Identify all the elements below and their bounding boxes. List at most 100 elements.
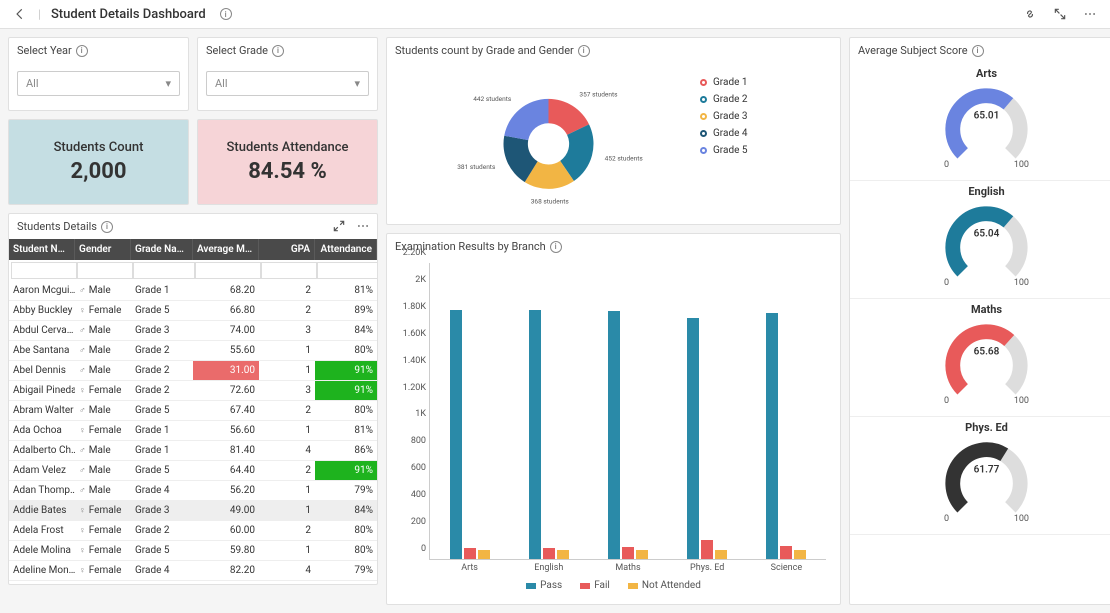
bar[interactable] — [557, 550, 569, 559]
info-icon[interactable]: i — [578, 45, 590, 57]
bar[interactable] — [543, 548, 555, 559]
gauge-chart[interactable]: 65.04 — [850, 200, 1110, 278]
table-body[interactable]: Aaron Mcgui…♂MaleGrade 168.20281%Abby Bu… — [9, 281, 377, 581]
donut-legend: Grade 1 Grade 2 Grade 3 Grade 4 Grade 5 — [700, 67, 830, 220]
table-row[interactable]: Ada Ochoa♀FemaleGrade 156.60181% — [9, 421, 377, 441]
gender-icon: ♀ — [79, 505, 86, 516]
cell-avg: 56.60 — [193, 421, 259, 440]
legend-item[interactable]: Grade 4 — [700, 128, 830, 139]
filter-input[interactable] — [195, 262, 261, 279]
gauge-value: 65.04 — [974, 229, 1000, 240]
th-gender[interactable]: Gender — [75, 239, 131, 260]
table-row[interactable]: Abdul Cerva…♂MaleGrade 374.00384% — [9, 321, 377, 341]
info-icon[interactable]: i — [76, 45, 88, 57]
legend-item[interactable]: Grade 5 — [700, 145, 830, 156]
legend-item[interactable]: Grade 1 — [700, 77, 830, 88]
table-row[interactable]: Abe Santana♂MaleGrade 255.60180% — [9, 341, 377, 361]
legend-swatch — [580, 583, 590, 589]
legend-swatch — [700, 79, 707, 86]
th-grade[interactable]: Grade Name — [131, 239, 193, 260]
table-row[interactable]: Adalberto Ch…♂MaleGrade 181.40486% — [9, 441, 377, 461]
svg-text:381 students: 381 students — [457, 163, 496, 171]
more-icon[interactable] — [355, 218, 371, 234]
back-arrow-icon[interactable] — [12, 6, 28, 22]
table-row[interactable]: Abram Walter♂MaleGrade 567.40280% — [9, 401, 377, 421]
bar[interactable] — [464, 548, 476, 559]
bar[interactable] — [715, 550, 727, 559]
legend-swatch — [526, 583, 536, 589]
bar[interactable] — [636, 550, 648, 559]
gauge-chart[interactable]: 65.01 — [850, 82, 1110, 160]
legend-item[interactable]: Grade 2 — [700, 94, 830, 105]
bar-chart[interactable]: 02004006008001K1.20K1.40K1.60K1.80K2K2.2… — [429, 263, 826, 560]
cell-avg: 68.20 — [193, 281, 259, 300]
bar[interactable] — [687, 318, 699, 559]
bar[interactable] — [450, 310, 462, 559]
table-row[interactable]: Abigail Pineda♀FemaleGrade 272.60391% — [9, 381, 377, 401]
bar[interactable] — [478, 550, 490, 559]
more-icon[interactable] — [1082, 6, 1098, 22]
legend-label: Grade 3 — [713, 111, 748, 122]
expand-icon[interactable] — [331, 218, 347, 234]
cell-name: Abel Dennis — [9, 361, 75, 380]
bar[interactable] — [780, 546, 792, 559]
link-icon[interactable] — [1022, 6, 1038, 22]
fullscreen-icon[interactable] — [1052, 6, 1068, 22]
bar[interactable] — [608, 311, 620, 559]
cell-grade: Grade 1 — [131, 441, 193, 460]
th-att[interactable]: Attendance — [315, 239, 377, 260]
cell-gpa: 3 — [259, 381, 315, 400]
th-name[interactable]: Student Na… — [9, 239, 75, 260]
gauge-min: 0 — [944, 514, 949, 524]
legend-na: Not Attended — [642, 580, 701, 591]
filter-input[interactable] — [133, 262, 195, 279]
info-icon[interactable]: i — [101, 221, 113, 233]
legend-swatch — [700, 113, 707, 120]
year-dropdown[interactable]: All▾ — [17, 71, 180, 96]
bar-group — [677, 263, 737, 559]
filter-input[interactable] — [11, 262, 77, 279]
table-row[interactable]: Adele Molina♀FemaleGrade 559.80180% — [9, 541, 377, 561]
table-row[interactable]: Adam Velez♂MaleGrade 564.40291% — [9, 461, 377, 481]
filter-input[interactable] — [317, 262, 378, 279]
bar[interactable] — [766, 313, 778, 559]
info-icon[interactable]: i — [272, 45, 284, 57]
table-row[interactable]: Adeline Mon…♀FemaleGrade 482.20479% — [9, 561, 377, 581]
filter-input[interactable] — [77, 262, 133, 279]
gauge-min: 0 — [944, 160, 949, 170]
filter-year: Select Yeari All▾ — [8, 37, 189, 111]
info-icon[interactable]: i — [220, 8, 232, 20]
bar[interactable] — [622, 547, 634, 559]
cell-grade: Grade 5 — [131, 401, 193, 420]
info-icon[interactable]: i — [550, 241, 562, 253]
th-avg[interactable]: Average Ma… — [193, 239, 259, 260]
cell-gpa: 1 — [259, 341, 315, 360]
cell-att: 80% — [315, 341, 377, 360]
kpi-students-count: Students Count 2,000 — [8, 119, 189, 205]
donut-chart[interactable]: 357 students452 students368 students381 … — [397, 67, 700, 220]
cell-gender: ♀Female — [75, 501, 131, 520]
bar[interactable] — [794, 550, 806, 559]
bar[interactable] — [701, 540, 713, 559]
info-icon[interactable]: i — [972, 45, 984, 57]
gauge-chart[interactable]: 65.68 — [850, 318, 1110, 396]
filter-input[interactable] — [261, 262, 317, 279]
bar[interactable] — [529, 310, 541, 559]
table-row[interactable]: Adan Thomp…♂MaleGrade 456.20179% — [9, 481, 377, 501]
table-row[interactable]: Abel Dennis♂MaleGrade 231.00191% — [9, 361, 377, 381]
cell-gender: ♂Male — [75, 321, 131, 340]
th-gpa[interactable]: GPA — [259, 239, 315, 260]
gauge-chart[interactable]: 61.77 — [850, 436, 1110, 514]
legend-label: Grade 5 — [713, 145, 748, 156]
gauge-name: English — [850, 185, 1110, 198]
cell-name: Aaron Mcgui… — [9, 281, 75, 300]
table-row[interactable]: Addie Bates♀FemaleGrade 349.00184% — [9, 501, 377, 521]
table-row[interactable]: Abby Buckley♀FemaleGrade 566.80289% — [9, 301, 377, 321]
table-row[interactable]: Aaron Mcgui…♂MaleGrade 168.20281% — [9, 281, 377, 301]
svg-text:368 students: 368 students — [531, 198, 570, 206]
grade-dropdown[interactable]: All▾ — [206, 71, 369, 96]
legend-item[interactable]: Grade 3 — [700, 111, 830, 122]
cell-avg: 49.00 — [193, 501, 259, 520]
table-row[interactable]: Adela Frost♀FemaleGrade 260.00280% — [9, 521, 377, 541]
gender-icon: ♂ — [79, 285, 86, 296]
